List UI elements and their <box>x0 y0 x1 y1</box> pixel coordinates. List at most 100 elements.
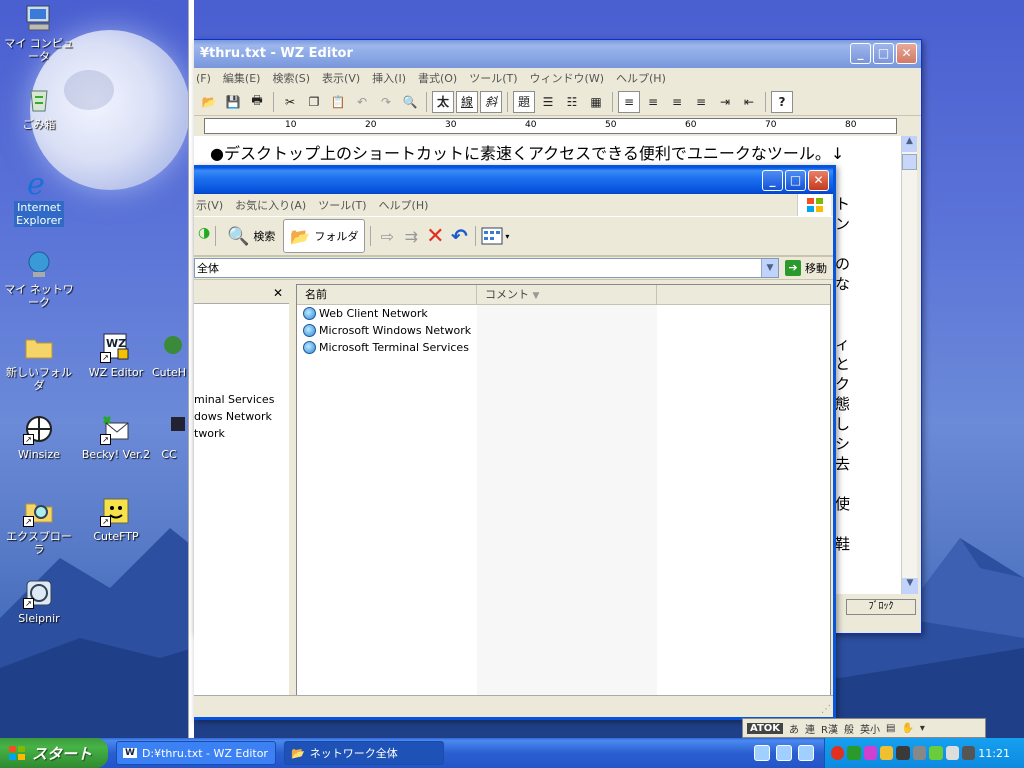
search-button[interactable]: 🔍 検索 <box>221 219 281 253</box>
views-icon[interactable]: ▾ <box>481 225 513 247</box>
desktop-icon-my-computer[interactable]: マイ コンピュータ <box>0 2 79 63</box>
tray-icon-6[interactable] <box>912 746 927 760</box>
folders-button[interactable]: 📂 フォルダ <box>283 219 366 253</box>
maximize-button[interactable]: □ <box>873 43 894 64</box>
desktop-icon-recycle-bin[interactable]: ごみ箱 <box>0 83 79 131</box>
open-icon[interactable]: 📂 <box>198 91 220 113</box>
address-input[interactable]: 全体 ▼ <box>194 258 779 278</box>
ime-hand-icon[interactable]: ✋ <box>901 723 913 734</box>
desktop-icon-internet-explorer[interactable]: e Internet Explorer <box>0 166 79 227</box>
table-row[interactable]: Microsoft Windows Network <box>297 322 830 339</box>
ime-kanji[interactable]: R漢 <box>821 721 838 736</box>
wz-title-bar[interactable]: ¥thru.txt - WZ Editor _ □ ✕ <box>194 40 921 68</box>
menu-view[interactable]: 表示(V) <box>322 70 360 86</box>
save-icon[interactable]: 💾 <box>222 91 244 113</box>
media-quicklaunch-icon[interactable] <box>798 745 814 761</box>
align-left-icon[interactable]: ≡ <box>618 90 640 113</box>
heading-button[interactable]: 題 <box>513 90 535 113</box>
tree-item[interactable]: dows Network <box>194 410 272 423</box>
desktop-icon-new-folder[interactable]: 新しいフォルダ <box>0 331 79 392</box>
underline-button[interactable]: 線 <box>456 90 478 113</box>
menu-tools[interactable]: ツール(T) <box>318 197 366 213</box>
volume-icon[interactable] <box>961 746 976 760</box>
minimize-button[interactable]: _ <box>850 43 871 64</box>
explorer-window[interactable]: _ □ ✕ 示(V) お気に入り(A) ツール(T) ヘルプ(H) ◑ 🔍 検索… <box>194 165 836 720</box>
print-icon[interactable]: 🖶 <box>246 91 268 113</box>
column-header-comment[interactable]: コメント ▼ <box>477 285 657 304</box>
tree-item[interactable]: twork <box>194 427 225 440</box>
delete-icon[interactable]: ✕ <box>424 224 446 249</box>
tray-icon-8[interactable] <box>945 746 959 760</box>
tray-icon-5[interactable] <box>896 746 910 760</box>
menu-file[interactable]: (F) <box>196 72 211 85</box>
bullet-list-icon[interactable]: ☰ <box>537 91 559 113</box>
ime-conversion[interactable]: 連 <box>805 721 815 736</box>
undo-icon[interactable]: ↶ <box>351 91 373 113</box>
close-button[interactable]: ✕ <box>896 43 917 64</box>
tray-icon-2[interactable] <box>847 746 861 760</box>
menu-favorites[interactable]: お気に入り(A) <box>235 197 306 213</box>
help-icon[interactable]: ? <box>771 90 793 113</box>
tray-icon-1[interactable] <box>831 746 845 760</box>
ime-mode[interactable]: あ <box>789 721 799 736</box>
ime-menu-icon[interactable]: ▾ <box>920 723 925 734</box>
menu-edit[interactable]: 編集(E) <box>223 70 261 86</box>
ime-general[interactable]: 般 <box>844 721 854 736</box>
menu-view[interactable]: 示(V) <box>196 197 223 213</box>
italic-button[interactable]: 斜 <box>480 90 502 113</box>
desktop-icon-sleipnir[interactable]: ↗ Sleipnir <box>0 577 79 625</box>
close-button[interactable]: ✕ <box>808 170 829 191</box>
align-right-icon[interactable]: ≡ <box>666 91 688 113</box>
undo-icon[interactable]: ↶ <box>448 224 470 248</box>
menu-insert[interactable]: 挿入(I) <box>372 70 406 86</box>
align-center-icon[interactable]: ≡ <box>642 91 664 113</box>
menu-search[interactable]: 検索(S) <box>272 70 310 86</box>
outdent-icon[interactable]: ⇤ <box>738 91 760 113</box>
folder-tree-pane[interactable]: ✕ minal Services dows Network twork <box>194 284 292 696</box>
column-header-name[interactable]: 名前 <box>297 285 477 304</box>
desktop-icon-cc[interactable]: CC <box>144 413 194 461</box>
close-pane-icon[interactable]: ✕ <box>273 286 283 300</box>
desktop-icon-winsize[interactable]: ↗ Winsize <box>0 413 79 461</box>
numbered-list-icon[interactable]: ☷ <box>561 91 583 113</box>
tray-icon-7[interactable] <box>929 746 943 760</box>
tray-icon-3[interactable] <box>863 746 878 760</box>
maximize-button[interactable]: □ <box>785 170 806 191</box>
tray-icon-4[interactable] <box>880 746 894 760</box>
wz-vertical-scrollbar[interactable]: ▲ ▼ <box>901 136 918 594</box>
ie-quicklaunch-icon[interactable] <box>754 745 770 761</box>
scroll-thumb[interactable] <box>902 154 917 170</box>
redo-icon[interactable]: ↷ <box>375 91 397 113</box>
task-wz-editor[interactable]: W D:¥thru.txt - WZ Editor <box>116 741 276 765</box>
minimize-button[interactable]: _ <box>762 170 783 191</box>
menu-help[interactable]: ヘルプ(H) <box>379 197 429 213</box>
up-folder-icon[interactable]: ◑ <box>198 225 210 247</box>
explorer-title-bar[interactable]: _ □ ✕ <box>194 168 833 194</box>
table-row[interactable]: Microsoft Terminal Services <box>297 339 830 356</box>
ime-language-bar[interactable]: ATOK あ 連 R漢 般 英小 ▤ ✋ ▾ <box>742 718 986 738</box>
task-network[interactable]: 📂 ネットワーク全体 <box>284 741 444 765</box>
desktop-icon-cuteftp[interactable]: ↗ CuteFTP <box>76 495 156 543</box>
move-to-icon[interactable]: ⇨ <box>376 225 398 247</box>
clock[interactable]: 11:21 <box>978 747 1010 760</box>
table-icon[interactable]: ▦ <box>585 91 607 113</box>
menu-window[interactable]: ウィンドウ(W) <box>530 70 604 86</box>
indent-icon[interactable]: ⇥ <box>714 91 736 113</box>
copy-icon[interactable]: ❐ <box>303 91 325 113</box>
find-icon[interactable]: 🔍 <box>399 91 421 113</box>
address-dropdown-button[interactable]: ▼ <box>761 259 778 277</box>
scroll-down-button[interactable]: ▼ <box>902 578 918 594</box>
tree-item[interactable]: minal Services <box>194 393 274 406</box>
desktop-icon-explorer[interactable]: ↗ エクスプローラ <box>0 495 79 556</box>
go-button[interactable]: ➔ 移動 <box>779 260 833 276</box>
bold-button[interactable]: 太 <box>432 90 454 113</box>
resize-grip-icon[interactable]: ⋰ <box>821 704 831 715</box>
desktop-icon-my-network[interactable]: マイ ネットワーク <box>0 248 79 309</box>
table-row[interactable]: Web Client Network <box>297 305 830 322</box>
menu-help[interactable]: ヘルプ(H) <box>616 70 666 86</box>
ime-dictionary-icon[interactable]: ▤ <box>886 723 895 734</box>
ime-small-alpha[interactable]: 英小 <box>860 721 880 736</box>
justify-icon[interactable]: ≡ <box>690 91 712 113</box>
start-button[interactable]: スタート <box>0 738 108 768</box>
desktop-icon-cutehtml[interactable]: CuteH <box>144 331 194 379</box>
